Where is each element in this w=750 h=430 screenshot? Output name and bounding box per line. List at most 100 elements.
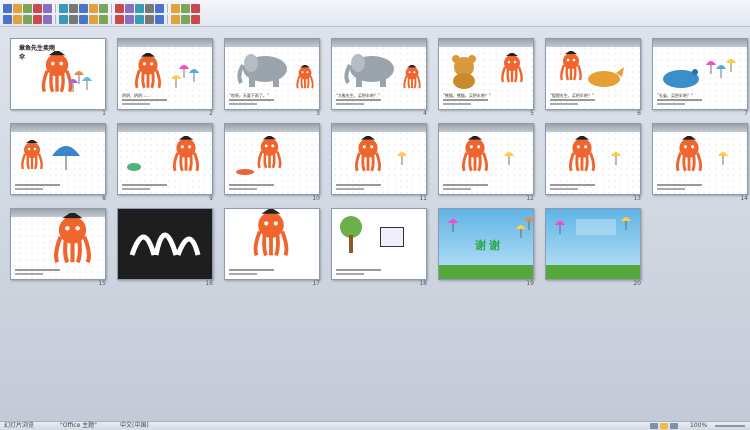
slide-number: 14 xyxy=(740,195,748,202)
toolbar-separator xyxy=(111,3,112,13)
redo-icon[interactable] xyxy=(125,3,134,13)
slide-thumbnail[interactable]: "孔雀，买把伞吧？" xyxy=(652,38,748,110)
slide-thumbnail[interactable]: 章鱼先生卖雨伞 xyxy=(10,38,106,110)
slide-thumbnail[interactable] xyxy=(545,123,641,195)
text-line xyxy=(229,103,257,105)
slide-thumbnail[interactable] xyxy=(652,123,748,195)
help-icon[interactable] xyxy=(191,3,200,13)
undo-icon[interactable] xyxy=(115,3,124,13)
slide-number: 13 xyxy=(633,195,641,202)
format-painter-icon[interactable] xyxy=(99,3,108,13)
text-line xyxy=(336,103,364,105)
slide-number: 8 xyxy=(102,195,106,202)
outdent-icon[interactable] xyxy=(145,14,154,24)
slide-number: 2 xyxy=(209,110,213,117)
slide-number: 7 xyxy=(744,110,748,117)
text-line xyxy=(550,188,578,190)
drawing-icon[interactable] xyxy=(171,3,180,13)
toolbar-separator xyxy=(167,3,168,13)
slide-title: 章鱼先生卖雨伞 xyxy=(19,45,56,61)
bullets-icon[interactable] xyxy=(125,14,134,24)
text-line xyxy=(122,188,150,190)
text-line xyxy=(229,273,257,275)
new-icon[interactable] xyxy=(3,3,12,13)
slide-thumbnail[interactable] xyxy=(438,123,534,195)
slide-number: 18 xyxy=(419,280,427,287)
slide-thumbnail[interactable] xyxy=(10,123,106,195)
paste-icon[interactable] xyxy=(89,3,98,13)
text-line xyxy=(550,184,595,186)
cut-icon[interactable] xyxy=(69,3,78,13)
slide-thumbnail[interactable]: "大象先生，买把伞吧？" xyxy=(331,38,427,110)
shadow-icon[interactable] xyxy=(59,14,68,24)
text-line xyxy=(443,188,471,190)
slide-thumbnail[interactable] xyxy=(117,123,213,195)
slide-number: 16 xyxy=(205,280,213,287)
slide-thumbnail[interactable]: "狐狸先生，买把伞吧？" xyxy=(545,38,641,110)
text-line xyxy=(550,99,595,101)
text-line xyxy=(336,269,381,271)
slide-number: 10 xyxy=(312,195,320,202)
help-icon[interactable] xyxy=(191,14,200,24)
preview-icon[interactable] xyxy=(43,3,52,13)
align-right-icon[interactable] xyxy=(89,14,98,24)
slide-number: 9 xyxy=(209,195,213,202)
numbering-icon[interactable] xyxy=(115,14,124,24)
slideshow-icon[interactable] xyxy=(670,423,678,429)
normal-view-icon[interactable] xyxy=(650,423,658,429)
search-icon[interactable] xyxy=(181,14,190,24)
text-line xyxy=(229,184,274,186)
slide-number: 12 xyxy=(526,195,534,202)
thanks-text: 谢谢 xyxy=(475,239,503,252)
zoom-slider[interactable] xyxy=(715,425,745,427)
slide-thumbnail[interactable] xyxy=(331,208,427,280)
text-line xyxy=(443,103,471,105)
sorter-view-icon[interactable] xyxy=(660,423,668,429)
toolbar xyxy=(0,0,750,27)
text-line xyxy=(443,184,488,186)
justify-icon[interactable] xyxy=(99,14,108,24)
slide-thumbnail[interactable] xyxy=(224,208,320,280)
print-icon[interactable] xyxy=(33,3,42,13)
save-icon[interactable] xyxy=(23,3,32,13)
zoom-icon[interactable] xyxy=(181,3,190,13)
italic-icon[interactable] xyxy=(33,14,42,24)
toolbar-separator xyxy=(111,14,112,24)
indent-icon[interactable] xyxy=(135,14,144,24)
slide-number: 4 xyxy=(423,110,427,117)
slide-thumbnail[interactable] xyxy=(10,208,106,280)
slide-number: 6 xyxy=(637,110,641,117)
chart-icon[interactable] xyxy=(145,3,154,13)
text-line xyxy=(336,184,381,186)
text-line xyxy=(229,188,257,190)
table-icon[interactable] xyxy=(135,3,144,13)
copy-icon[interactable] xyxy=(79,3,88,13)
font-color-icon[interactable] xyxy=(155,14,164,24)
slide-number: 3 xyxy=(316,110,320,117)
slide-thumbnail[interactable] xyxy=(117,208,213,280)
slide-thumbnail[interactable] xyxy=(224,123,320,195)
slide-number: 5 xyxy=(530,110,534,117)
slide-number: 1 xyxy=(102,110,106,117)
align-left-icon[interactable] xyxy=(69,14,78,24)
slide-number: 20 xyxy=(633,280,641,287)
sort-icon[interactable] xyxy=(155,3,164,13)
text-line xyxy=(336,99,381,101)
slide-number: 15 xyxy=(98,280,106,287)
slide-thumbnail[interactable]: "熊猫、熊猫，买把伞吧？" xyxy=(438,38,534,110)
size-icon[interactable] xyxy=(13,14,22,24)
bold-icon[interactable] xyxy=(23,14,32,24)
open-icon[interactable] xyxy=(13,3,22,13)
slide-thumbnail[interactable]: "哎呀，天要下雨了。" xyxy=(224,38,320,110)
styles-icon[interactable] xyxy=(171,14,180,24)
slide-thumbnail[interactable]: 谢谢 xyxy=(438,208,534,280)
text-line xyxy=(15,269,60,271)
font-icon[interactable] xyxy=(3,14,12,24)
slide-number: 17 xyxy=(312,280,320,287)
underline-icon[interactable] xyxy=(43,14,52,24)
spell-icon[interactable] xyxy=(59,3,68,13)
slide-thumbnail[interactable] xyxy=(331,123,427,195)
slide-thumbnail[interactable] xyxy=(545,208,641,280)
center-icon[interactable] xyxy=(79,14,88,24)
slide-thumbnail[interactable]: 阴阴、阴阴…… xyxy=(117,38,213,110)
